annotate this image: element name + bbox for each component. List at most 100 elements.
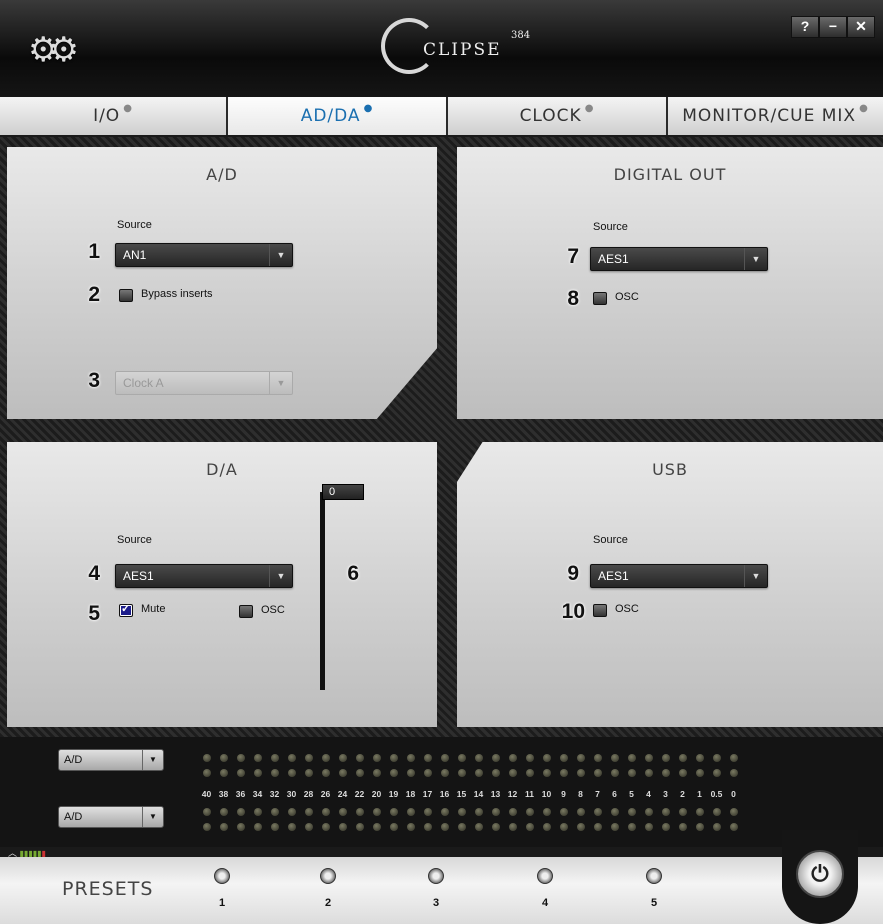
meter-scale-label: 12 — [507, 789, 518, 799]
chevron-down-icon: ▼ — [269, 244, 292, 266]
callout-5: 5 — [88, 602, 100, 625]
usb-osc-checkbox[interactable] — [593, 604, 607, 617]
digital-out-source-value: AES1 — [598, 252, 629, 266]
meter-led — [657, 754, 674, 763]
tab-io[interactable]: I/O ● — [0, 97, 228, 135]
meter-led-row-bottom-1 — [198, 808, 742, 817]
preset-button-2[interactable] — [320, 868, 336, 884]
meter-led — [232, 754, 249, 763]
meter-led — [249, 769, 266, 778]
meter-led — [470, 754, 487, 763]
tab-indicator-icon: ● — [363, 102, 374, 114]
settings-gear-icon[interactable]: ⚙⚙ — [28, 30, 79, 70]
bypass-inserts-checkbox[interactable] — [119, 289, 133, 302]
meter-led — [572, 808, 589, 817]
meter-scale-label: 5 — [629, 789, 634, 799]
meter-led — [691, 754, 708, 763]
meter-scale-label: 7 — [595, 789, 600, 799]
callout-4: 4 — [88, 562, 100, 585]
meter-led — [555, 823, 572, 832]
meter-led-row-bottom-2 — [198, 823, 742, 832]
power-button[interactable]: ⏻ — [796, 850, 844, 898]
meter-led — [215, 823, 232, 832]
meter-led — [504, 769, 521, 778]
usb-source-select[interactable]: AES1 ▼ — [590, 564, 768, 588]
digital-out-source-select[interactable]: AES1 ▼ — [590, 247, 768, 271]
chevron-down-icon: ▼ — [142, 750, 163, 770]
meter-scale-label: 20 — [371, 789, 382, 799]
da-level-fader-value[interactable]: 0 — [322, 484, 364, 500]
ad-source-select[interactable]: AN1 ▼ — [115, 243, 293, 267]
meter-led — [385, 769, 402, 778]
meter-source-select-bottom[interactable]: A/D ▼ — [58, 806, 164, 828]
meter-scale-label: 34 — [252, 789, 263, 799]
callout-7: 7 — [567, 245, 579, 268]
help-button[interactable]: ? — [791, 16, 819, 38]
mute-label: Mute — [141, 603, 166, 615]
meter-scale-label: 9 — [561, 789, 566, 799]
meter-scale-label: 0.5 — [710, 789, 723, 799]
meter-led — [606, 823, 623, 832]
preset-button-3[interactable] — [428, 868, 444, 884]
meter-scale-label: 36 — [235, 789, 246, 799]
meter-led — [351, 823, 368, 832]
meter-led — [725, 808, 742, 817]
bypass-inserts-label: Bypass inserts — [141, 288, 213, 300]
da-osc-checkbox[interactable] — [239, 605, 253, 618]
meter-led — [657, 823, 674, 832]
meter-led — [708, 769, 725, 778]
da-panel: D/A Source 4 AES1 ▼ 5 Mute OSC 6 — [7, 442, 437, 727]
meter-led — [249, 823, 266, 832]
meter-led — [725, 769, 742, 778]
meter-led — [351, 808, 368, 817]
meter-led — [419, 808, 436, 817]
meter-led — [283, 808, 300, 817]
meter-led — [453, 823, 470, 832]
da-osc-label: OSC — [261, 604, 285, 616]
preset-button-1[interactable] — [214, 868, 230, 884]
power-icon: ⏻ — [811, 861, 829, 886]
meter-scale-label: 30 — [286, 789, 297, 799]
ad-source-label: Source — [117, 219, 152, 231]
usb-osc-label: OSC — [615, 603, 639, 615]
digital-out-osc-checkbox[interactable] — [593, 292, 607, 305]
close-button[interactable]: ✕ — [847, 16, 875, 38]
meter-led — [334, 808, 351, 817]
meter-scale-label: 10 — [541, 789, 552, 799]
meter-led — [589, 823, 606, 832]
meter-led — [215, 808, 232, 817]
tab-adda[interactable]: AD/DA ● — [228, 97, 448, 135]
callout-10: 10 — [561, 600, 585, 623]
meter-led — [453, 769, 470, 778]
preset-number-5: 5 — [650, 897, 658, 909]
meter-scale: 40 38 36 34 32 30 28 26 24 22 20 19 18 17 16 15 14 13 12 11… — [198, 789, 742, 799]
meter-led — [249, 754, 266, 763]
meter-led — [487, 754, 504, 763]
preset-button-4[interactable] — [537, 868, 553, 884]
minimize-button[interactable]: − — [819, 16, 847, 38]
chevron-down-icon: ▼ — [142, 807, 163, 827]
meter-led — [623, 823, 640, 832]
meter-led — [623, 769, 640, 778]
preset-button-5[interactable] — [646, 868, 662, 884]
meter-led — [470, 808, 487, 817]
meter-led — [317, 769, 334, 778]
da-level-fader-track[interactable] — [320, 492, 325, 690]
meter-source-select-top[interactable]: A/D ▼ — [58, 749, 164, 771]
meter-scale-label: 32 — [269, 789, 280, 799]
tab-monitor-cue-mix[interactable]: MONITOR/CUE MIX ● — [668, 97, 883, 135]
da-source-select[interactable]: AES1 ▼ — [115, 564, 293, 588]
meter-led — [300, 754, 317, 763]
meter-led — [521, 808, 538, 817]
meter-led — [504, 808, 521, 817]
meter-scale-label: 15 — [456, 789, 467, 799]
meter-led — [300, 808, 317, 817]
meter-scale-label: 26 — [320, 789, 331, 799]
meter-led — [640, 808, 657, 817]
tab-clock[interactable]: CLOCK ● — [448, 97, 668, 135]
meter-led — [708, 823, 725, 832]
meter-scale-label: 16 — [439, 789, 450, 799]
callout-8: 8 — [567, 287, 579, 310]
meter-led — [708, 808, 725, 817]
mute-checkbox[interactable] — [119, 602, 133, 617]
